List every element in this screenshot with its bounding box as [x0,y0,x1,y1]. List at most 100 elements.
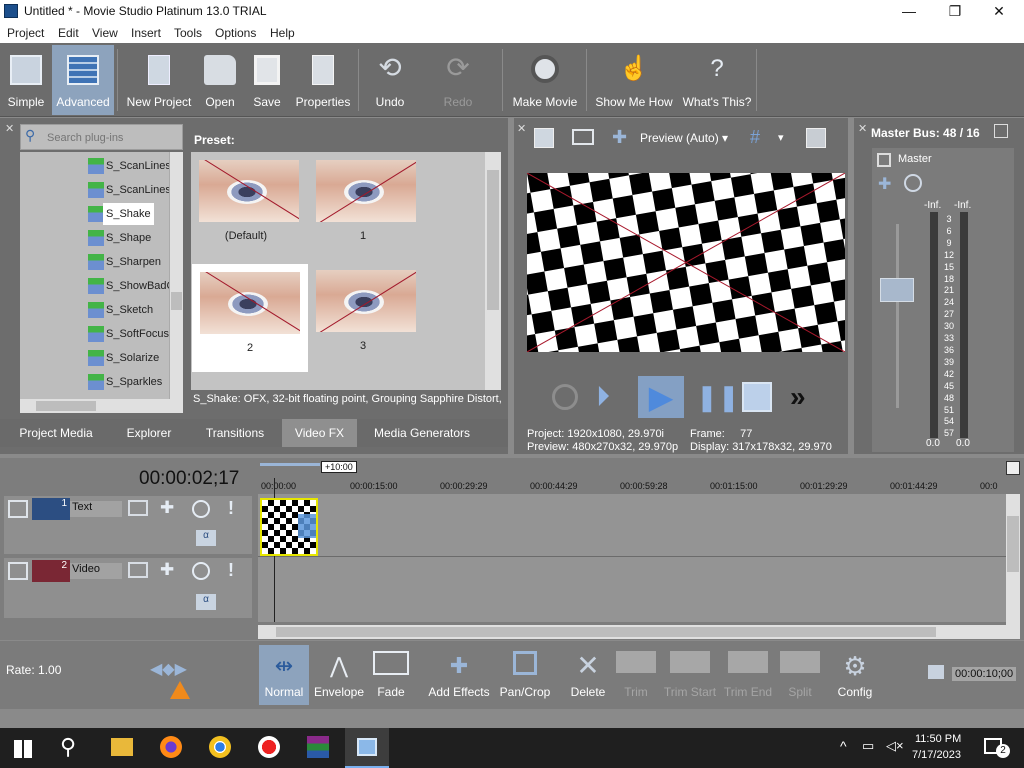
search-box[interactable]: ⚲ [20,124,183,150]
track-name-field[interactable]: Video [70,563,122,579]
tab-video-fx[interactable]: Video FX [282,419,357,447]
tree-vertical-scrollbar[interactable] [169,152,183,399]
start-button[interactable] [14,740,32,758]
preset-3[interactable]: 3 [308,262,418,372]
simple-button[interactable]: Simple [2,45,50,115]
firefox-icon[interactable] [160,736,182,758]
stop-button[interactable] [742,382,772,412]
tab-media-generators[interactable]: Media Generators [364,419,480,447]
trim-start-button[interactable]: Trim Start [662,645,718,705]
timeline-horizontal-scrollbar[interactable] [258,625,1020,639]
menu-tools[interactable]: Tools [174,26,202,40]
network-icon[interactable]: ▭ [862,738,874,754]
timeline-options-icon[interactable] [1006,461,1020,475]
preview-canvas[interactable] [527,173,845,352]
menu-edit[interactable]: Edit [58,26,79,40]
minimize-button[interactable]: — [886,0,932,23]
play-from-start-button[interactable]: ⏵ [596,380,628,414]
save-button[interactable]: Save [246,45,288,115]
split-button[interactable]: Split [778,645,822,705]
menu-view[interactable]: View [92,26,118,40]
clock-time[interactable]: 11:50 PM [915,733,961,745]
track-solo-icon[interactable]: ! [228,498,234,519]
add-effects-button[interactable]: ✚ Add Effects [426,645,492,705]
tab-project-media[interactable]: Project Media [12,419,100,447]
split-screen-icon[interactable]: ✚ [612,128,632,148]
grid-icon[interactable]: # [750,128,770,148]
menu-insert[interactable]: Insert [131,26,161,40]
track-header-text[interactable]: 1 Text ✚ ! α [4,496,252,554]
grid-dropdown-icon[interactable]: ▾ [778,131,784,144]
redo-button[interactable]: ⟳ Redo [432,45,484,115]
clock-date[interactable]: 7/17/2023 [912,749,961,761]
menu-project[interactable]: Project [7,26,44,40]
preset-2[interactable]: 2 [192,264,308,372]
movie-studio-taskbar-button[interactable] [345,728,389,768]
track-name-field[interactable]: Text [70,501,122,517]
make-movie-button[interactable]: Make Movie [508,45,582,115]
search-input[interactable] [47,129,177,146]
master-fx-icon[interactable]: ✚ [878,174,891,194]
winrar-icon[interactable] [307,736,329,758]
open-button[interactable]: Open [198,45,242,115]
config-button[interactable]: ⚙ Config [830,645,880,705]
track-mute-icon[interactable] [192,562,210,580]
maximize-button[interactable]: ❐ [932,0,978,23]
track-motion-icon[interactable] [128,500,148,516]
copy-snapshot-icon[interactable] [806,128,826,148]
track-area[interactable] [258,478,1006,622]
pan-crop-button[interactable]: Pan/Crop [498,645,552,705]
new-project-button[interactable]: New Project [122,45,196,115]
scroll-thumb[interactable] [36,401,96,411]
advanced-button[interactable]: Advanced [52,45,114,115]
show-me-how-button[interactable]: ☝ Show Me How [592,45,676,115]
tab-transitions[interactable]: Transitions [196,419,274,447]
track-solo-icon[interactable]: ! [228,560,234,581]
preset-1[interactable]: 1 [308,152,418,262]
track-collapse-icon[interactable] [8,500,28,518]
chrome-icon[interactable] [209,736,231,758]
preview-properties-icon[interactable] [534,128,554,148]
properties-button[interactable]: Properties [292,45,354,115]
close-panel-icon[interactable]: ✕ [517,122,526,135]
loop-region-bar[interactable] [260,463,320,466]
tree-horizontal-scrollbar[interactable] [20,399,183,413]
external-monitor-icon[interactable] [572,129,594,145]
compositing-mode-icon[interactable]: α [196,594,216,610]
recorder-icon[interactable] [258,736,280,758]
close-button[interactable]: ✕ [976,0,1022,23]
search-icon[interactable]: ⚲ [60,734,76,760]
track-fx-icon[interactable]: ✚ [160,498,174,518]
scroll-thumb[interactable] [1007,516,1019,572]
close-panel-icon[interactable]: ✕ [858,122,867,135]
loop-button[interactable] [552,384,578,410]
trim-button[interactable]: Trim [614,645,658,705]
envelope-tool-button[interactable]: ⋀ Envelope [312,645,366,705]
master-mute-icon[interactable] [904,174,922,192]
shuttle-control[interactable]: ◀◆▶ [150,659,187,679]
track-collapse-icon[interactable] [8,562,28,580]
text-event-clip[interactable] [260,498,318,556]
scroll-thumb[interactable] [276,627,936,637]
menu-options[interactable]: Options [215,26,256,40]
track-motion-icon[interactable] [128,562,148,578]
timeline-ruler[interactable]: 00:00:00 00:00:15:00 00:00:29:29 00:00:4… [258,478,1006,494]
preview-quality-dropdown[interactable]: Preview (Auto) ▾ [640,131,728,145]
preset-scrollbar[interactable] [485,152,501,390]
scroll-thumb[interactable] [487,170,499,310]
volume-fader[interactable] [880,278,914,302]
track-fx-icon[interactable]: ✚ [160,560,174,580]
more-transport-icon[interactable]: » [790,380,806,414]
close-panel-icon[interactable]: ✕ [5,122,14,135]
timeline-vertical-scrollbar[interactable] [1006,494,1020,626]
preset-default[interactable]: (Default) [191,152,301,262]
delete-button[interactable]: ✕ Delete [566,645,610,705]
volume-muted-icon[interactable]: ◁× [886,738,904,754]
normal-tool-button[interactable]: ⇹ Normal [259,645,309,705]
menu-help[interactable]: Help [270,26,295,40]
undo-button[interactable]: ⟲ Undo [364,45,416,115]
track-mute-icon[interactable] [192,500,210,518]
tab-explorer[interactable]: Explorer [115,419,183,447]
play-button[interactable]: ▶ [638,376,684,418]
file-explorer-icon[interactable] [111,738,133,756]
